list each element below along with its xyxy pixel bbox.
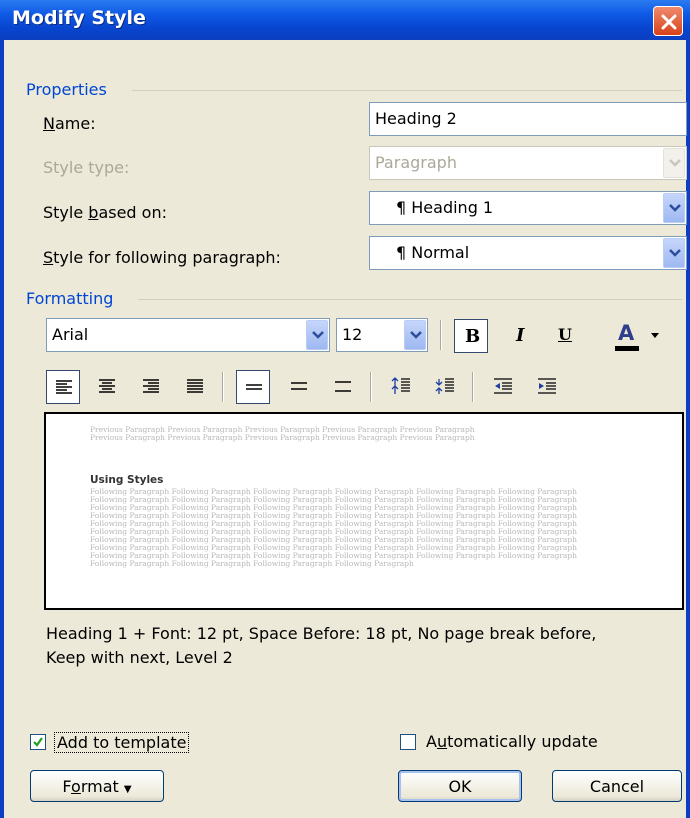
align-left-icon	[56, 380, 72, 394]
dropdown-arrow-icon	[669, 249, 681, 257]
preview-previous-line: Previous Paragraph Previous Paragraph Pr…	[90, 433, 475, 442]
formatting-group-label: Formatting	[26, 289, 114, 308]
align-right-button[interactable]	[134, 370, 168, 404]
underline-icon: U	[558, 325, 572, 344]
automatically-update-label[interactable]: Automatically update	[426, 732, 598, 751]
dropdown-arrow-icon	[669, 204, 681, 212]
preview-following-line: Following Paragraph Following Paragraph …	[90, 559, 414, 568]
space-after-icon	[435, 378, 454, 394]
space-before-icon	[391, 377, 410, 394]
style-preview: Previous Paragraph Previous Paragraph Pr…	[44, 412, 684, 610]
style-based-on-value: ¶ Heading 1	[396, 198, 494, 217]
format-button-label: Format ▼	[62, 777, 132, 796]
dialog-body: Properties Name: Heading 2 Style type: P…	[4, 40, 687, 818]
cancel-button-label: Cancel	[589, 777, 645, 796]
toolbar-separator	[472, 372, 474, 402]
modify-style-dialog: Modify Style Properties Name: Heading 2 …	[0, 0, 690, 818]
ok-button[interactable]: OK	[398, 770, 522, 802]
style-type-dropdown-button	[663, 148, 685, 178]
one-half-spacing-button[interactable]	[282, 370, 316, 404]
font-color-icon: A	[618, 321, 635, 345]
double-spacing-icon	[335, 381, 351, 392]
font-name-dropdown-button[interactable]	[306, 320, 328, 350]
toolbar-separator	[370, 372, 372, 402]
decrease-indent-icon	[494, 378, 512, 394]
underline-button[interactable]: U	[548, 319, 582, 353]
style-following-label: Style for following paragraph:	[43, 248, 281, 267]
name-input[interactable]: Heading 2	[369, 102, 687, 136]
formatting-divider	[138, 299, 682, 300]
close-icon	[661, 14, 677, 30]
toolbar-separator	[222, 372, 224, 402]
name-value: Heading 2	[375, 109, 457, 128]
preview-heading: Using Styles	[90, 474, 164, 486]
style-type-select: Paragraph	[369, 146, 687, 180]
italic-icon: I	[516, 325, 525, 346]
font-size-dropdown-button[interactable]	[404, 320, 426, 350]
font-name-select[interactable]: Arial	[46, 318, 330, 352]
dropdown-arrow-icon	[651, 333, 659, 338]
format-button[interactable]: Format ▼	[30, 770, 164, 802]
bold-button[interactable]: B	[454, 319, 488, 353]
ok-button-label: OK	[448, 777, 472, 796]
double-spacing-button[interactable]	[326, 370, 360, 404]
single-spacing-icon	[246, 384, 262, 390]
align-right-icon	[143, 379, 159, 393]
cancel-button[interactable]: Cancel	[552, 770, 682, 802]
style-type-value: Paragraph	[375, 153, 457, 172]
one-half-spacing-icon	[291, 382, 307, 390]
italic-button[interactable]: I	[504, 319, 538, 353]
space-after-button[interactable]	[428, 370, 462, 404]
properties-divider	[132, 90, 682, 91]
decrease-indent-button[interactable]	[486, 370, 520, 404]
dropdown-arrow-icon	[669, 159, 681, 167]
single-spacing-button[interactable]	[236, 370, 270, 404]
style-description-line: Heading 1 + Font: 12 pt, Space Before: 1…	[46, 624, 597, 643]
justify-button[interactable]	[178, 370, 212, 404]
font-name-value: Arial	[52, 325, 89, 344]
add-to-template-label[interactable]: Add to template	[54, 732, 190, 753]
style-type-label: Style type:	[43, 158, 130, 177]
align-left-button[interactable]	[46, 370, 80, 404]
font-size-select[interactable]: 12	[336, 318, 428, 352]
align-center-icon	[99, 379, 115, 393]
style-description-line: Keep with next, Level 2	[46, 648, 233, 667]
space-before-button[interactable]	[384, 370, 418, 404]
close-button[interactable]	[653, 6, 683, 36]
increase-indent-icon	[538, 378, 556, 394]
increase-indent-button[interactable]	[530, 370, 564, 404]
title-bar[interactable]: Modify Style	[0, 0, 690, 40]
font-color-button[interactable]: A	[610, 319, 646, 353]
add-to-template-checkbox[interactable]	[30, 734, 46, 750]
style-based-on-dropdown-button[interactable]	[663, 193, 685, 223]
dialog-title: Modify Style	[12, 7, 146, 29]
name-label: Name:	[43, 114, 96, 133]
dropdown-arrow-icon	[410, 331, 422, 339]
font-color-bar	[615, 346, 639, 351]
align-center-button[interactable]	[90, 370, 124, 404]
style-description: Heading 1 + Font: 12 pt, Space Before: 1…	[46, 622, 686, 670]
toolbar-separator	[440, 320, 442, 350]
justify-icon	[187, 379, 203, 393]
properties-group-label: Properties	[26, 80, 107, 99]
bold-icon: B	[465, 326, 481, 347]
style-following-dropdown-button[interactable]	[663, 238, 685, 268]
style-based-on-label: Style based on:	[43, 203, 167, 222]
style-following-value: ¶ Normal	[396, 243, 470, 262]
font-size-value: 12	[342, 325, 363, 344]
style-following-select[interactable]: ¶ Normal	[369, 236, 687, 270]
font-color-dropdown-button[interactable]	[647, 319, 663, 353]
automatically-update-checkbox[interactable]	[400, 734, 416, 750]
checkmark-icon	[33, 737, 43, 747]
dropdown-arrow-icon	[312, 331, 324, 339]
style-based-on-select[interactable]: ¶ Heading 1	[369, 191, 687, 225]
